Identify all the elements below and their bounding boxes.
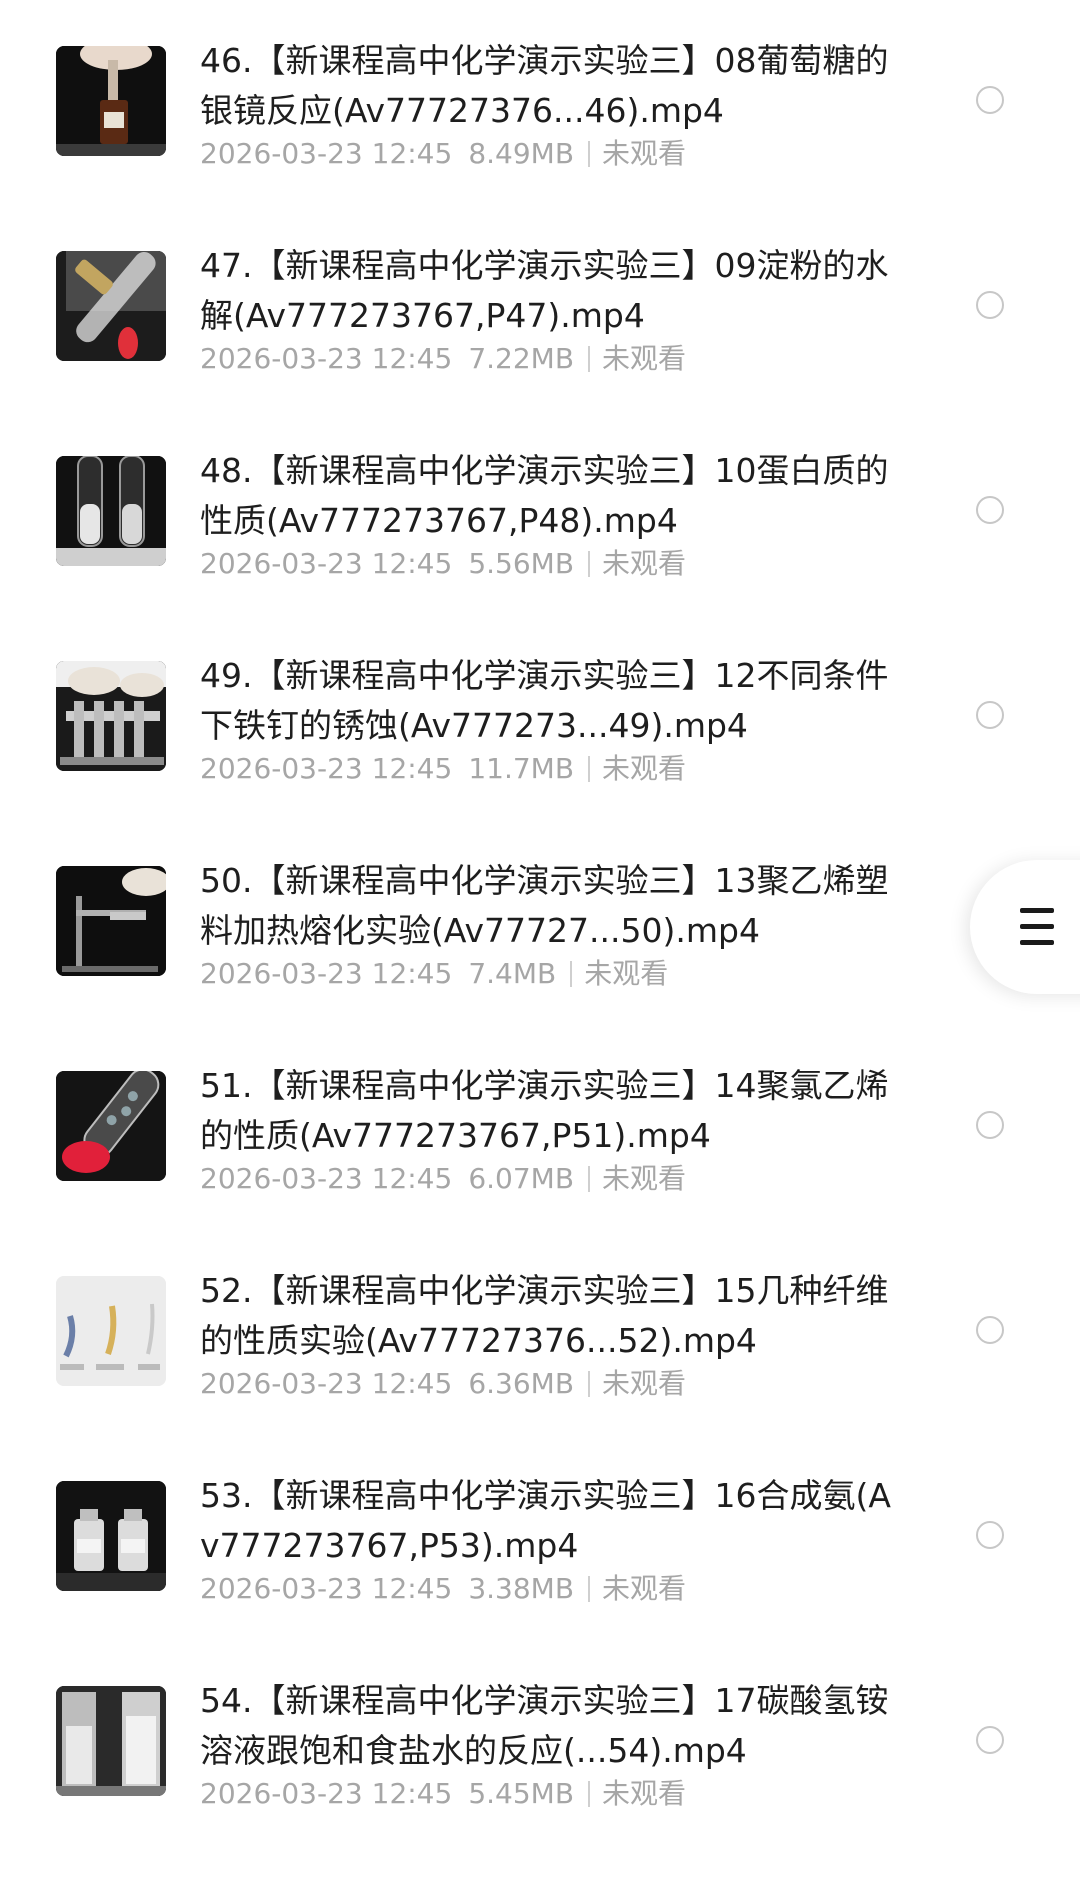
watch-status: 未观看: [602, 1572, 687, 1605]
divider: [588, 1781, 591, 1807]
file-date: 2026-03-23 12:45: [200, 1777, 453, 1810]
file-title: 53.【新课程高中化学演示实验三】16合成氨(Av777273767,P53).…: [200, 1476, 891, 1565]
select-radio[interactable]: [976, 291, 1004, 319]
watch-status: 未观看: [602, 137, 687, 170]
file-date: 2026-03-23 12:45: [200, 1162, 453, 1195]
file-meta: 2026-03-23 12:45 6.36MB 未观看: [200, 1364, 686, 1404]
file-date: 2026-03-23 12:45: [200, 547, 453, 580]
file-date: 2026-03-23 12:45: [200, 137, 453, 170]
divider: [588, 1371, 591, 1397]
file-date: 2026-03-23 12:45: [200, 1572, 453, 1605]
file-item[interactable]: 52.【新课程高中化学演示实验三】15几种纤维的性质实验(Av77727376.…: [0, 1230, 1080, 1435]
file-title: 54.【新课程高中化学演示实验三】17碳酸氢铵溶液跟饱和食盐水的反应(...54…: [200, 1681, 889, 1770]
dropper-bottle-thumbnail: [56, 46, 166, 156]
file-title: 47.【新课程高中化学演示实验三】09淀粉的水解(Av777273767,P47…: [200, 246, 889, 335]
beakers-thumbnail: [56, 1686, 166, 1796]
tube-rack-thumbnail: [56, 661, 166, 771]
watch-status: 未观看: [602, 1162, 687, 1195]
file-list: 46.【新课程高中化学演示实验三】08葡萄糖的银镜反应(Av77727376..…: [0, 0, 1080, 1881]
watch-status: 未观看: [584, 957, 669, 990]
file-size: 11.7MB: [468, 752, 575, 785]
select-radio[interactable]: [976, 1726, 1004, 1754]
divider: [570, 961, 573, 987]
tube-red-flame-thumbnail: [56, 1071, 166, 1181]
file-size: 5.45MB: [468, 1777, 575, 1810]
file-meta: 2026-03-23 12:45 8.49MB 未观看: [200, 134, 686, 174]
select-radio[interactable]: [976, 701, 1004, 729]
file-item[interactable]: 54.【新课程高中化学演示实验三】17碳酸氢铵溶液跟饱和食盐水的反应(...54…: [0, 1640, 1080, 1845]
divider: [588, 551, 591, 577]
file-meta: 2026-03-23 12:45 7.4MB 未观看: [200, 954, 668, 994]
fibers-thumbnail: [56, 1276, 166, 1386]
file-size: 5.56MB: [468, 547, 575, 580]
select-radio[interactable]: [976, 1111, 1004, 1139]
file-date: 2026-03-23 12:45: [200, 957, 453, 990]
divider: [588, 346, 591, 372]
file-item[interactable]: 53.【新课程高中化学演示实验三】16合成氨(Av777273767,P53).…: [0, 1435, 1080, 1640]
file-title: 46.【新课程高中化学演示实验三】08葡萄糖的银镜反应(Av77727376..…: [200, 41, 889, 130]
file-meta: 2026-03-23 12:45 5.56MB 未观看: [200, 544, 686, 584]
file-meta: 2026-03-23 12:45 6.07MB 未观看: [200, 1159, 686, 1199]
file-meta: 2026-03-23 12:45 7.22MB 未观看: [200, 339, 686, 379]
file-meta: 2026-03-23 12:45 5.45MB 未观看: [200, 1774, 686, 1814]
watch-status: 未观看: [602, 1777, 687, 1810]
file-item[interactable]: 46.【新课程高中化学演示实验三】08葡萄糖的银镜反应(Av77727376..…: [0, 0, 1080, 205]
divider: [588, 1166, 591, 1192]
file-meta: 2026-03-23 12:45 3.38MB 未观看: [200, 1569, 686, 1609]
file-size: 6.36MB: [468, 1367, 575, 1400]
divider: [588, 756, 591, 782]
watch-status: 未观看: [602, 1367, 687, 1400]
file-title: 51.【新课程高中化学演示实验三】14聚氯乙烯的性质(Av777273767,P…: [200, 1066, 889, 1155]
file-item[interactable]: 48.【新课程高中化学演示实验三】10蛋白质的性质(Av777273767,P4…: [0, 410, 1080, 615]
file-size: 6.07MB: [468, 1162, 575, 1195]
test-tube-flame-thumbnail: [56, 251, 166, 361]
file-size: 3.38MB: [468, 1572, 575, 1605]
select-radio[interactable]: [976, 86, 1004, 114]
file-size: 8.49MB: [468, 137, 575, 170]
clamp-heating-thumbnail: [56, 866, 166, 976]
file-title: 50.【新课程高中化学演示实验三】13聚乙烯塑料加热熔化实验(Av77727..…: [200, 861, 889, 950]
file-item[interactable]: 51.【新课程高中化学演示实验三】14聚氯乙烯的性质(Av777273767,P…: [0, 1025, 1080, 1230]
file-item[interactable]: 50.【新课程高中化学演示实验三】13聚乙烯塑料加热熔化实验(Av77727..…: [0, 820, 1080, 1025]
file-size: 7.22MB: [468, 342, 575, 375]
select-radio[interactable]: [976, 1316, 1004, 1344]
divider: [588, 1576, 591, 1602]
select-radio[interactable]: [976, 1521, 1004, 1549]
file-date: 2026-03-23 12:45: [200, 752, 453, 785]
file-title: 49.【新课程高中化学演示实验三】12不同条件下铁钉的锈蚀(Av777273..…: [200, 656, 889, 745]
watch-status: 未观看: [602, 547, 687, 580]
file-item[interactable]: 47.【新课程高中化学演示实验三】09淀粉的水解(Av777273767,P47…: [0, 205, 1080, 410]
two-test-tubes-thumbnail: [56, 456, 166, 566]
file-meta: 2026-03-23 12:45 11.7MB 未观看: [200, 749, 686, 789]
menu-icon: [1020, 908, 1054, 946]
file-date: 2026-03-23 12:45: [200, 342, 453, 375]
select-radio[interactable]: [976, 496, 1004, 524]
file-size: 7.4MB: [468, 957, 557, 990]
divider: [588, 141, 591, 167]
file-title: 48.【新课程高中化学演示实验三】10蛋白质的性质(Av777273767,P4…: [200, 451, 889, 540]
watch-status: 未观看: [602, 342, 687, 375]
reagent-bottles-thumbnail: [56, 1481, 166, 1591]
file-item[interactable]: 49.【新课程高中化学演示实验三】12不同条件下铁钉的锈蚀(Av777273..…: [0, 615, 1080, 820]
file-title: 52.【新课程高中化学演示实验三】15几种纤维的性质实验(Av77727376.…: [200, 1271, 889, 1360]
watch-status: 未观看: [602, 752, 687, 785]
file-date: 2026-03-23 12:45: [200, 1367, 453, 1400]
